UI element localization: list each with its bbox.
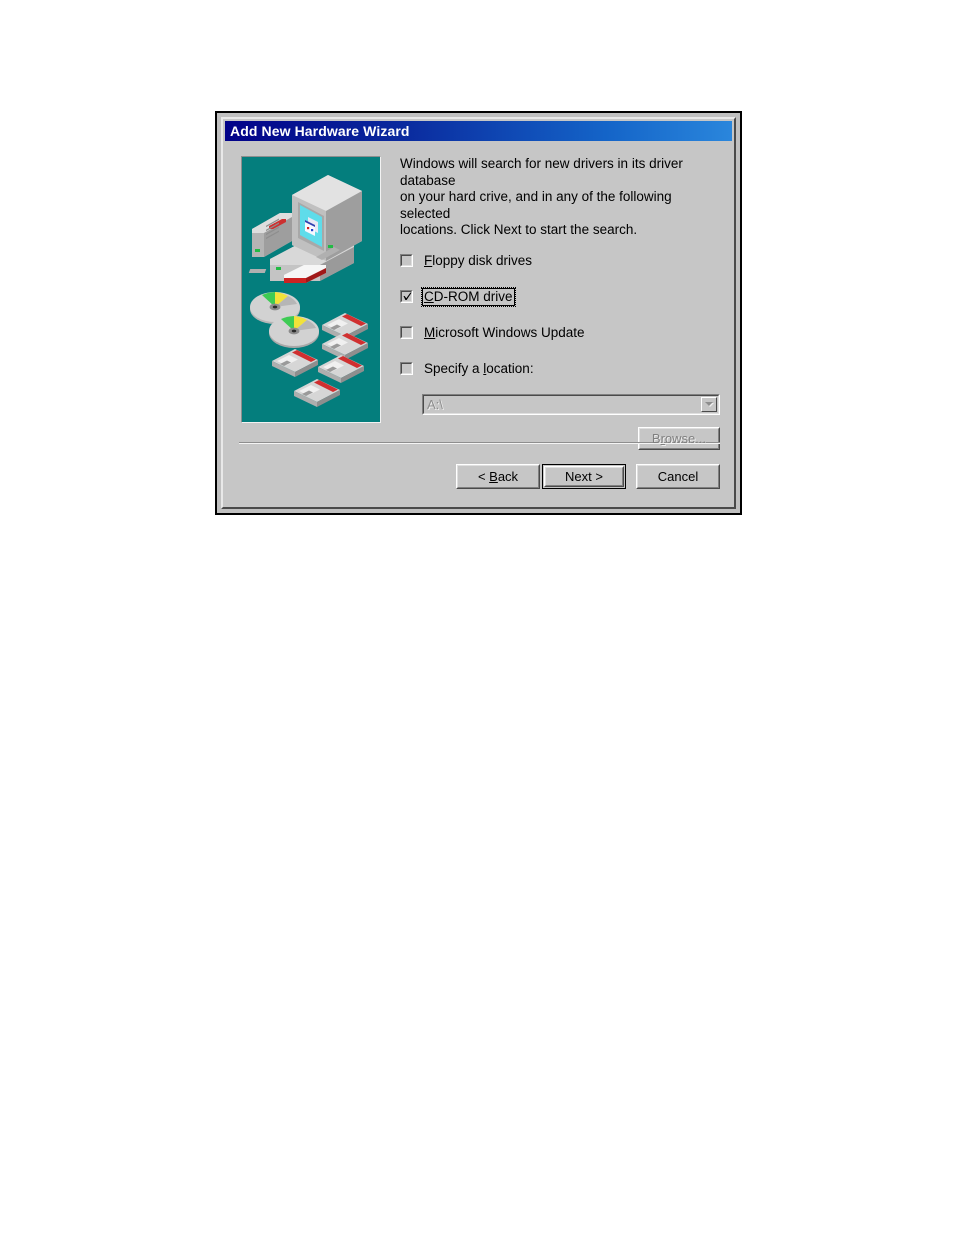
option-row-windows-update[interactable]: Microsoft Windows Update: [400, 324, 720, 346]
checkmark-icon: [403, 292, 412, 300]
checkbox-label-microsoft-windows-update[interactable]: Microsoft Windows Update: [422, 324, 587, 342]
browse-button-row: Browse...: [400, 426, 720, 450]
wizard-content: Windows will search for new drivers in i…: [400, 156, 720, 450]
label-rest: D-ROM drive: [433, 288, 513, 304]
option-row-specify-location[interactable]: Specify a location:: [400, 360, 720, 382]
checkbox-label-floppy-disk-drives[interactable]: Floppy disk drives: [422, 252, 534, 270]
accelerator-letter: C: [424, 288, 434, 304]
cd-disc-icon-2: [269, 316, 319, 348]
dialog-title: Add New Hardware Wizard: [230, 123, 410, 139]
label-rest: ocation:: [486, 360, 534, 376]
next-button-label: Next >: [565, 469, 603, 484]
figure-frame: Add New Hardware Wizard Windows will sea…: [215, 111, 742, 515]
cancel-button-label: Cancel: [657, 469, 699, 484]
option-row-floppy[interactable]: Floppy disk drives: [400, 252, 720, 274]
browse-button[interactable]: Browse...: [638, 426, 720, 450]
checkbox-label-cd-rom-drive[interactable]: CD-ROM drive: [421, 286, 516, 307]
wizard-illustration: [241, 156, 381, 423]
label-rest: ack: [497, 469, 519, 484]
intro-text: Windows will search for new drivers in i…: [400, 156, 683, 237]
back-button[interactable]: < Back: [456, 464, 540, 489]
label-rest: owse...: [664, 430, 707, 446]
location-combobox[interactable]: A:\: [422, 393, 720, 415]
combobox-inner-bevel: [423, 394, 719, 414]
checkbox-cd-rom-drive[interactable]: [400, 289, 413, 303]
accelerator-letter: M: [424, 324, 436, 340]
option-row-cdrom[interactable]: CD-ROM drive: [400, 286, 720, 310]
checkbox-microsoft-windows-update[interactable]: [400, 325, 413, 339]
cancel-button[interactable]: Cancel: [636, 464, 720, 489]
arrow-glyph: [705, 402, 713, 406]
computer-cds-floppies-graphic: [242, 157, 380, 422]
back-button-label: < Back: [478, 469, 518, 484]
accelerator-letter: F: [424, 252, 433, 268]
label-start: Specify a: [424, 360, 484, 376]
footer-separator: [239, 442, 720, 444]
location-combobox-row: A:\: [422, 393, 720, 415]
footer-button-bar: < Back Next > Cancel: [225, 464, 720, 489]
checkbox-specify-a-location[interactable]: [400, 361, 413, 375]
location-combobox-value: A:\: [427, 396, 443, 412]
checkbox-label-specify-a-location[interactable]: Specify a location:: [422, 360, 536, 378]
label-start: <: [477, 469, 490, 484]
checkbox-floppy-disk-drives[interactable]: [400, 253, 413, 267]
label-start: B: [651, 430, 661, 446]
chevron-down-icon[interactable]: [701, 396, 717, 412]
add-new-hardware-wizard-dialog: Add New Hardware Wizard Windows will sea…: [221, 117, 736, 509]
accelerator-letter: B: [489, 469, 498, 484]
browse-button-label: Browse...: [652, 431, 706, 446]
dialog-body: Windows will search for new drivers in i…: [225, 142, 732, 505]
label-rest: loppy disk drives: [432, 252, 533, 268]
label-rest: icrosoft Windows Update: [435, 324, 585, 340]
next-button[interactable]: Next >: [542, 464, 626, 489]
dialog-titlebar: Add New Hardware Wizard: [225, 121, 732, 141]
